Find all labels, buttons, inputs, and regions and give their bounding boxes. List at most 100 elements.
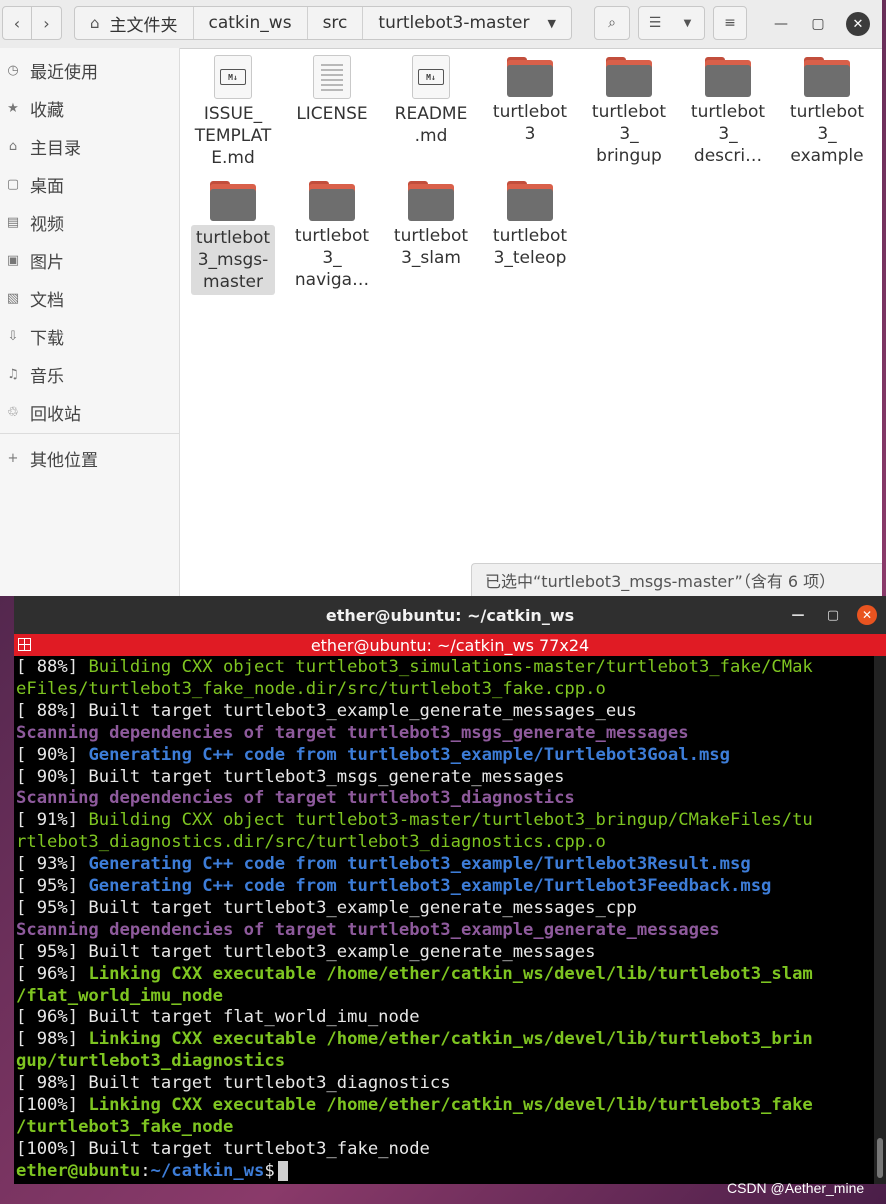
file-name: ISSUE_ TEMPLAT E.md: [194, 104, 272, 168]
folder-icon: [705, 57, 751, 97]
file-item[interactable]: turtlebot 3_teleop: [488, 179, 572, 269]
sidebar-item-trash[interactable]: ♲ 回收站: [0, 395, 179, 429]
sidebar-item-label: 桌面: [30, 176, 64, 197]
terminal-text-segment: Generating C++ code from turtlebot3_exam…: [88, 744, 730, 765]
terminal-text-segment: Linking CXX executable /home/ether/catki…: [88, 963, 813, 984]
prompt-user: ether@ubuntu: [16, 1160, 141, 1181]
sidebar-item-video[interactable]: ▤ 视频: [0, 205, 179, 239]
chevron-right-icon: ›: [43, 13, 50, 33]
terminal-line: [ 98%] Built target turtlebot3_diagnosti…: [16, 1072, 451, 1094]
minimize-button[interactable]: —: [769, 12, 793, 36]
view-list-button[interactable]: ☰: [638, 6, 672, 40]
file-item[interactable]: turtlebot 3_ example: [785, 55, 869, 167]
file-name: turtlebot 3_slam: [393, 226, 469, 268]
terminal-minimize-button[interactable]: —: [788, 605, 808, 625]
terminal-text-segment: rtlebot3_diagnostics.dir/src/turtlebot3_…: [16, 832, 606, 853]
file-item[interactable]: turtlebot 3: [488, 55, 572, 145]
terminal-line: rtlebot3_diagnostics.dir/src/turtlebot3_…: [16, 831, 606, 853]
menu-button[interactable]: ≡: [713, 6, 747, 40]
terminal-line: [ 96%] Linking CXX executable /home/ethe…: [16, 963, 813, 985]
home-icon: ⌂: [90, 14, 100, 32]
terminal-line: [ 95%] Built target turtlebot3_example_g…: [16, 897, 637, 919]
list-icon: ☰: [648, 15, 662, 31]
terminal-line: Scanning dependencies of target turtlebo…: [16, 722, 689, 744]
sidebar-item-label: 图片: [30, 252, 64, 273]
forward-button[interactable]: ›: [32, 6, 62, 40]
file-item[interactable]: turtlebot 3_msgs- master: [191, 179, 275, 295]
terminal-line: [ 95%] Built target turtlebot3_example_g…: [16, 941, 595, 963]
file-manager-headerbar: ‹ › ⌂ 主文件夹 catkin_ws src turtlebot3-mast…: [0, 0, 882, 49]
file-item[interactable]: M↓ README .md: [389, 55, 473, 147]
markdown-file-icon: M↓: [412, 55, 450, 99]
prompt-sign: $: [264, 1160, 275, 1181]
terminal-prompt[interactable]: ether@ubuntu:~/catkin_ws$: [16, 1160, 288, 1182]
terminal-title: ether@ubuntu: ~/catkin_ws: [325, 605, 575, 625]
sidebar-item-label: 回收站: [30, 404, 81, 425]
terminal-text-segment: gup/turtlebot3_diagnostics: [16, 1051, 286, 1072]
file-name: turtlebot 3_ descri…: [690, 102, 766, 166]
file-manager-window: ‹ › ⌂ 主文件夹 catkin_ws src turtlebot3-mast…: [0, 0, 882, 596]
terminal-line: [ 90%] Generating C++ code from turtlebo…: [16, 744, 730, 766]
picture-icon: ▣: [6, 252, 20, 268]
sidebar-divider: [0, 433, 179, 434]
terminal-output[interactable]: [ 88%] Building CXX object turtlebot3_si…: [14, 656, 886, 1184]
terminal-text-segment: [ 88%] Built target turtlebot3_example_g…: [16, 700, 637, 721]
sidebar-item-picture[interactable]: ▣ 图片: [0, 243, 179, 277]
terminal-tab-header: ether@ubuntu: ~/catkin_ws 77x24: [14, 634, 886, 656]
terminal-text-segment: /turtlebot3_fake_node: [16, 1116, 234, 1137]
folder-icon: [507, 57, 553, 97]
terminal-text-segment: /flat_world_imu_node: [16, 985, 223, 1006]
sidebar-item-star[interactable]: ★ 收藏: [0, 91, 179, 125]
caret-down-icon: ▼: [547, 16, 556, 30]
file-name: turtlebot 3: [492, 102, 568, 144]
terminal-close-button[interactable]: ✕: [857, 605, 877, 625]
minimize-icon: —: [791, 607, 805, 623]
terminal-titlebar: ether@ubuntu: ~/catkin_ws — ▢ ✕: [14, 596, 886, 634]
file-item[interactable]: turtlebot 3_ descri…: [686, 55, 770, 167]
file-item[interactable]: M↓ ISSUE_ TEMPLAT E.md: [191, 55, 275, 169]
minimize-icon: —: [774, 16, 788, 32]
file-item[interactable]: turtlebot 3_ bringup: [587, 55, 671, 167]
sidebar-item-clock[interactable]: ◷ 最近使用: [0, 53, 179, 87]
terminal-maximize-button[interactable]: ▢: [823, 605, 843, 625]
sidebar-item-download[interactable]: ⇩ 下载: [0, 319, 179, 353]
chevron-left-icon: ‹: [13, 13, 21, 33]
file-item[interactable]: LICENSE: [290, 55, 374, 125]
terminal-text-segment: [ 98%]: [16, 1029, 89, 1050]
sidebar-item-music[interactable]: ♫ 音乐: [0, 357, 179, 391]
breadcrumb-catkin-ws[interactable]: catkin_ws: [194, 7, 308, 39]
view-options-button[interactable]: ▼: [671, 6, 705, 40]
terminal-line: [ 90%] Built target turtlebot3_msgs_gene…: [16, 766, 564, 788]
scrollbar-thumb[interactable]: [877, 1138, 883, 1178]
folder-icon: [309, 181, 355, 221]
terminal-text-segment: Linking CXX executable /home/ether/catki…: [88, 1095, 813, 1115]
terminal-line: [ 88%] Building CXX object turtlebot3_si…: [16, 656, 813, 678]
breadcrumb-label: turtlebot3-master: [378, 13, 530, 33]
close-icon: ✕: [852, 16, 864, 32]
maximize-button[interactable]: ▢: [806, 12, 830, 36]
terminal-line: [ 96%] Built target flat_world_imu_node: [16, 1006, 420, 1028]
folder-icon: [210, 181, 256, 221]
terminal-line: gup/turtlebot3_diagnostics: [16, 1050, 285, 1072]
terminal-text-segment: [ 98%] Built target turtlebot3_diagnosti…: [16, 1073, 451, 1094]
breadcrumb-turtlebot3-master[interactable]: turtlebot3-master ▼: [363, 7, 571, 39]
sidebar-item-plus[interactable]: + 其他位置: [0, 441, 179, 475]
terminal-text-segment: Generating C++ code from turtlebot3_exam…: [88, 876, 772, 896]
search-button[interactable]: ⌕: [594, 6, 630, 40]
sidebar-item-home[interactable]: ⌂ 主目录: [0, 129, 179, 163]
close-button[interactable]: ✕: [846, 12, 870, 36]
sidebar-item-desktop[interactable]: ▢ 桌面: [0, 167, 179, 201]
star-icon: ★: [7, 100, 19, 116]
folder-icon: [804, 57, 850, 97]
back-button[interactable]: ‹: [2, 6, 32, 40]
video-icon: ▤: [6, 214, 20, 230]
terminal-line: /flat_world_imu_node: [16, 985, 223, 1007]
terminal-scrollbar[interactable]: [874, 656, 886, 1184]
breadcrumb-src[interactable]: src: [308, 7, 364, 39]
terminal-text-segment: Scanning dependencies of target turtlebo…: [16, 722, 689, 743]
file-item[interactable]: turtlebot 3_slam: [389, 179, 473, 269]
sidebar-item-document[interactable]: ▧ 文档: [0, 281, 179, 315]
breadcrumb-home[interactable]: ⌂ 主文件夹: [75, 7, 194, 39]
file-name: turtlebot 3_ bringup: [591, 102, 667, 166]
file-item[interactable]: turtlebot 3_ naviga…: [290, 179, 374, 291]
